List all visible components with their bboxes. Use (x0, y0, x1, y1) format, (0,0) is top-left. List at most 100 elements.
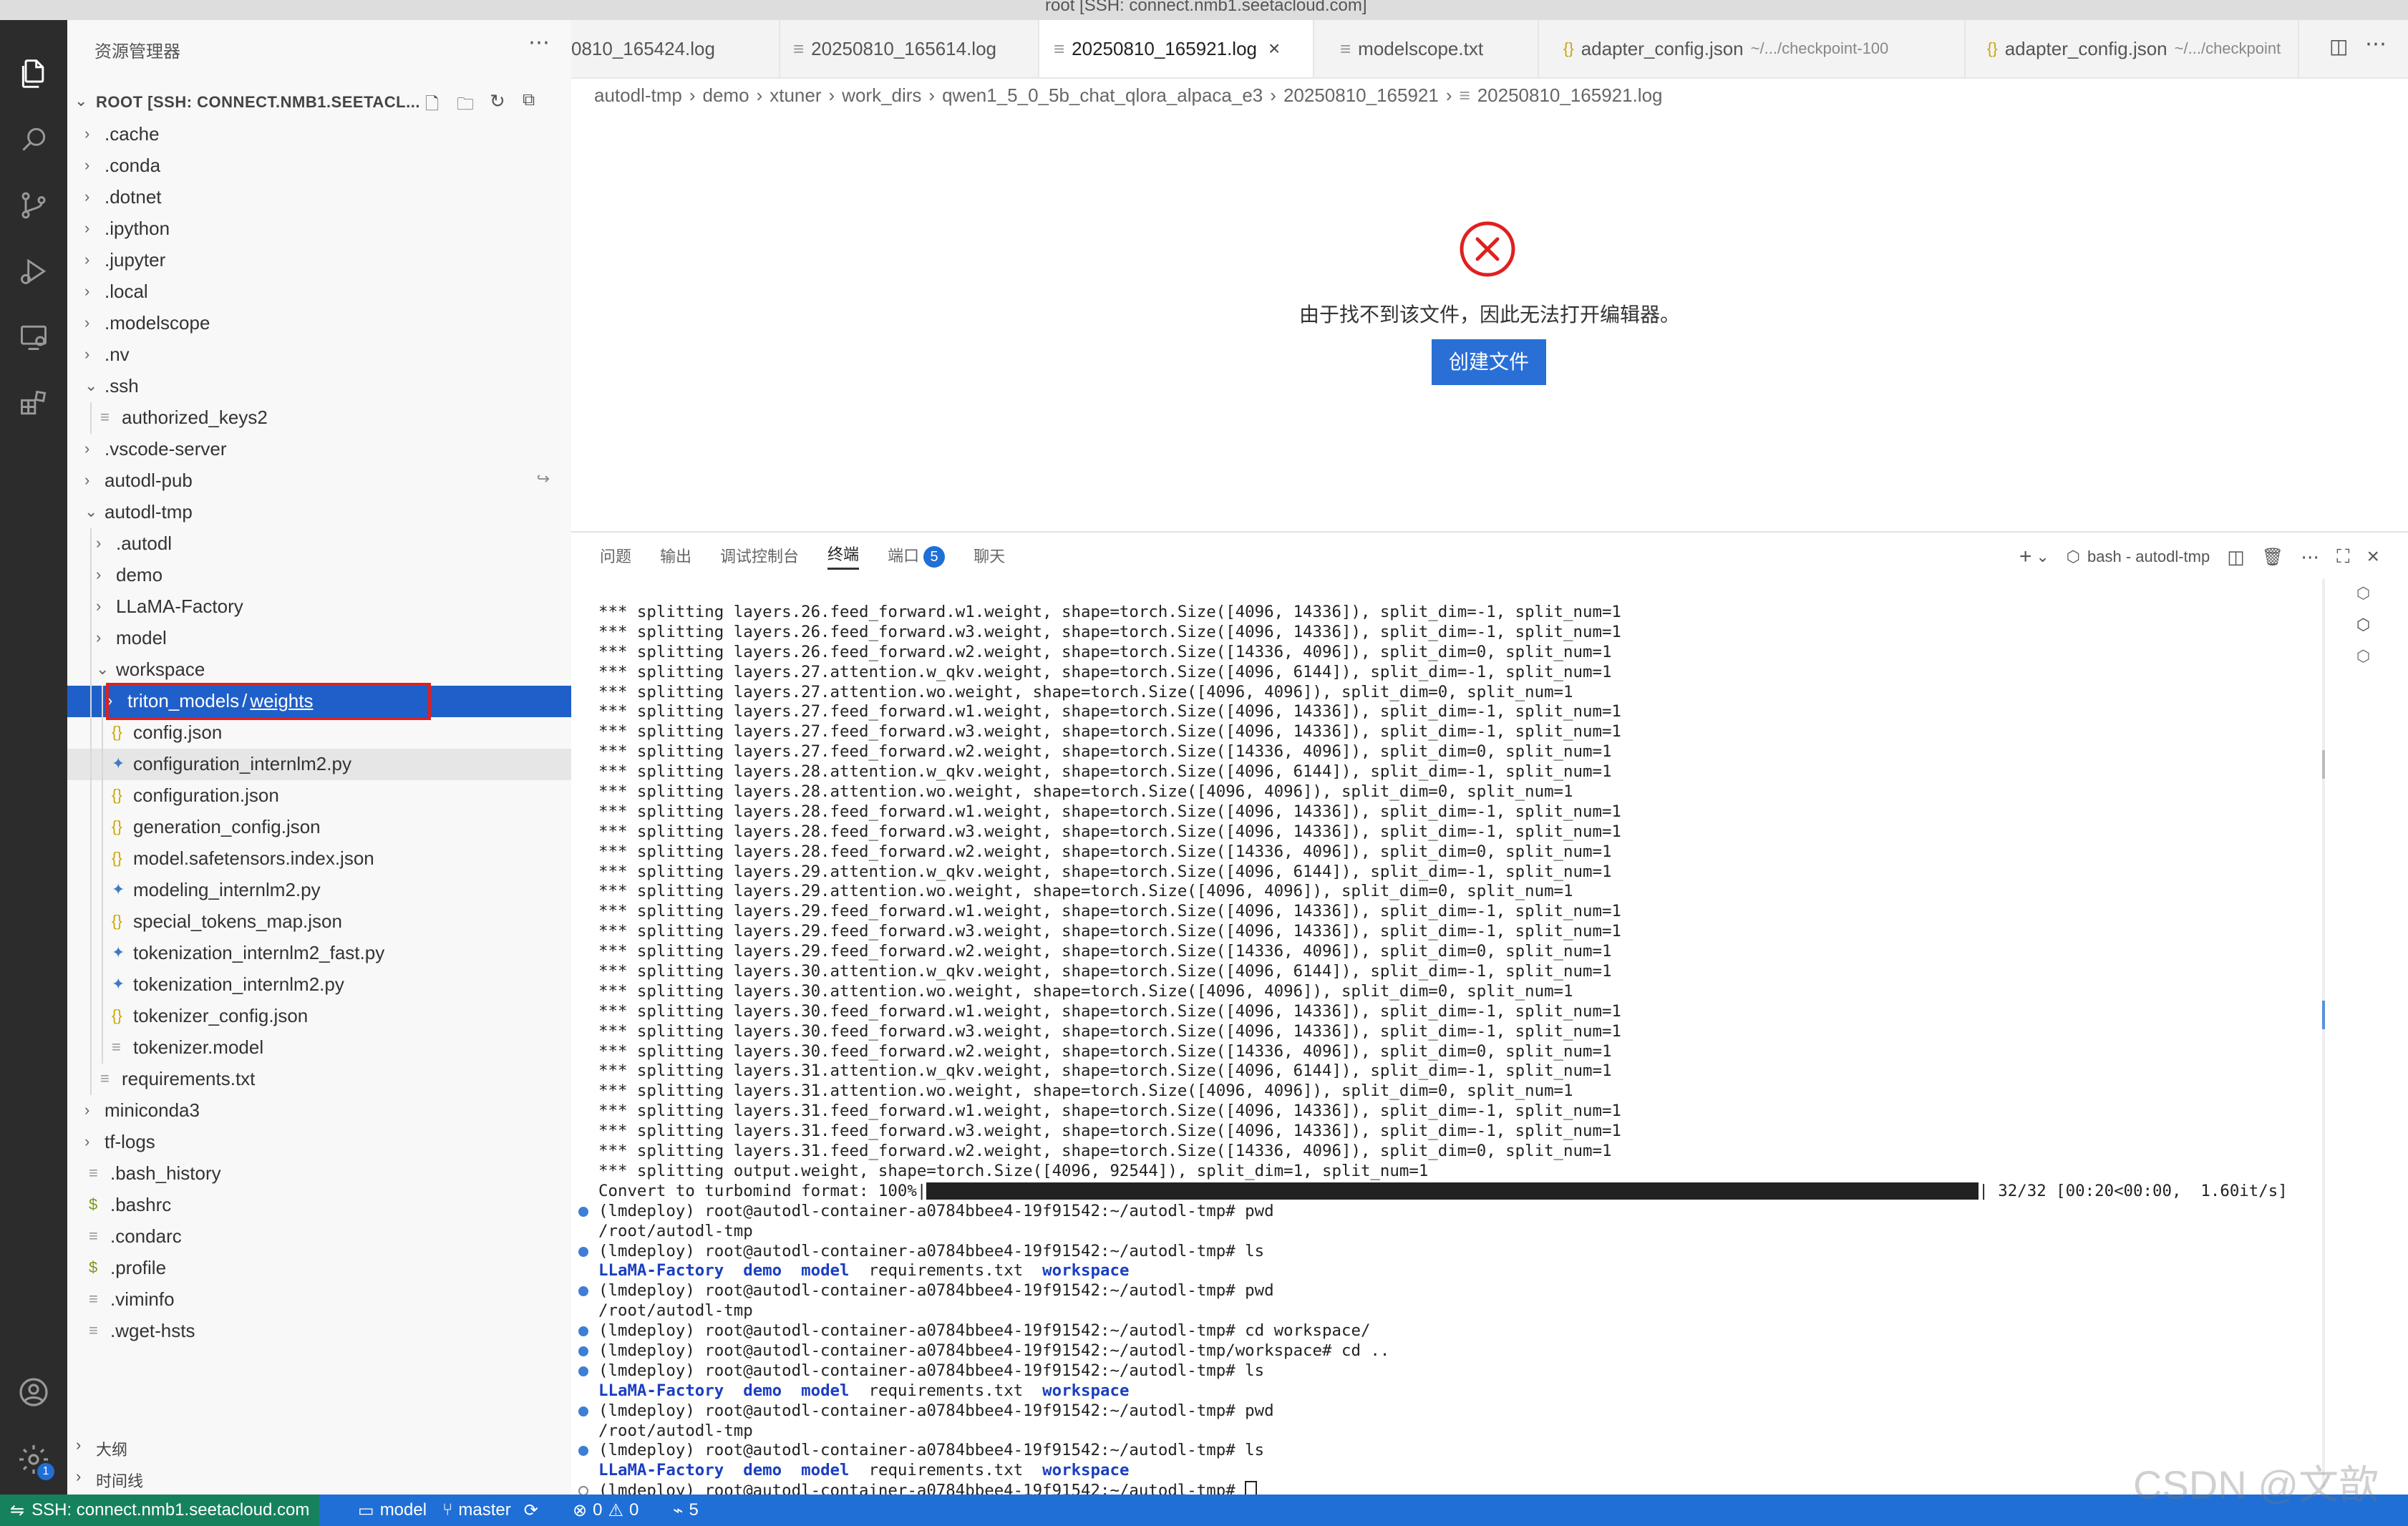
create-file-button[interactable]: 创建文件 (1432, 339, 1546, 385)
tab-ports[interactable]: 端口 5 (888, 543, 946, 568)
more-actions-icon[interactable]: ⋯ (528, 30, 550, 55)
trash-icon[interactable]: 🗑 (2262, 547, 2283, 568)
tree-item[interactable]: ≡ .viminfo (67, 1284, 571, 1316)
tree-item[interactable]: › .dotnet (67, 182, 571, 213)
tree-item[interactable]: › LLaMA-Factory (67, 591, 571, 623)
collapse-all-icon[interactable]: ⧉ (523, 90, 535, 110)
tab-debug-console[interactable]: 调试控制台 (720, 544, 799, 567)
search-icon[interactable] (14, 120, 53, 159)
tab-20250810-165614[interactable]: ≡ 20250810_165614.log (780, 20, 1039, 77)
tree-item[interactable]: ≡ tokenizer.model (67, 1032, 571, 1064)
tree-item[interactable]: ≡ .wget-hsts (67, 1316, 571, 1347)
tree-item[interactable]: › .autodl (67, 528, 571, 560)
command-decoration-icon[interactable] (578, 1406, 588, 1416)
files-icon[interactable] (14, 54, 53, 93)
tree-item[interactable]: ≡ .bash_history (67, 1158, 571, 1190)
problems-indicator[interactable]: ⊗ 0 ⚠ 0 (573, 1495, 639, 1526)
settings-gear-icon[interactable]: 1 (14, 1440, 54, 1480)
extensions-icon[interactable] (14, 384, 53, 422)
tree-item[interactable]: › triton_models / weights (67, 683, 571, 720)
tree-item[interactable]: › .local (67, 276, 571, 308)
tree-item[interactable]: {} special_tokens_map.json (67, 906, 571, 938)
tree-item[interactable]: ≡ authorized_keys2 (67, 402, 571, 434)
close-panel-icon[interactable]: × (2366, 545, 2379, 569)
tab-output[interactable]: 输出 (660, 544, 691, 567)
terminal-list-icon[interactable]: ⬡ (2356, 616, 2370, 634)
chevron-down-icon[interactable]: ⌄ (2036, 548, 2049, 566)
tree-item[interactable]: ⌄ autodl-tmp (67, 497, 571, 528)
workspace-indicator[interactable]: ▭ model (358, 1495, 427, 1526)
breadcrumb-item[interactable]: demo (703, 84, 749, 107)
tree-item[interactable]: › tf-logs (67, 1127, 571, 1158)
terminal-list-icon[interactable]: ⬡ (2356, 647, 2370, 666)
tree-item[interactable]: › autodl-pub ↪ (67, 465, 571, 497)
tree-item[interactable]: ✦ tokenization_internlm2.py (67, 969, 571, 1001)
tree-item[interactable]: ⌄ workspace (67, 654, 571, 686)
tree-item[interactable]: › .cache (67, 119, 571, 150)
remote-explorer-icon[interactable] (14, 318, 53, 356)
run-debug-icon[interactable] (14, 252, 53, 291)
tree-item[interactable]: {} model.safetensors.index.json (67, 843, 571, 875)
tree-item[interactable]: ✦ tokenization_internlm2_fast.py (67, 938, 571, 969)
new-file-icon[interactable]: 🗋 (425, 92, 439, 121)
new-terminal-icon[interactable]: + (2019, 545, 2032, 569)
more-actions-icon[interactable]: ⋯ (2301, 546, 2319, 568)
breadcrumb-item[interactable]: autodl-tmp (594, 84, 682, 107)
outline-section[interactable]: › 大纲 (67, 1430, 571, 1462)
tab-20250810-165921[interactable]: ≡ 20250810_165921.log × (1039, 20, 1314, 77)
command-decoration-icon[interactable] (578, 1346, 588, 1356)
terminal-scrollbar[interactable] (2322, 578, 2325, 1487)
explorer-root[interactable]: ⌄ ROOT [SSH: CONNECT.NMB1.SEETACL... 🗋 🗀… (67, 87, 571, 119)
remote-indicator[interactable]: ⇋ SSH: connect.nmb1.seetacloud.com (0, 1495, 320, 1526)
tab-terminal[interactable]: 终端 (827, 542, 860, 570)
ports-indicator[interactable]: ⌁ 5 (673, 1495, 699, 1526)
account-icon[interactable] (14, 1373, 53, 1411)
branch-indicator[interactable]: ⑂ master ⟳ (442, 1495, 538, 1526)
command-decoration-icon[interactable] (578, 1366, 588, 1376)
tree-item[interactable]: $ .profile (67, 1253, 571, 1284)
tab-problems[interactable]: 问题 (600, 544, 631, 567)
tree-item[interactable]: › .modelscope (67, 308, 571, 339)
tree-item[interactable]: ≡ .condarc (67, 1221, 571, 1253)
breadcrumb-item[interactable]: work_dirs (842, 84, 921, 107)
tab-modelscope[interactable]: ≡ modelscope.txt (1314, 20, 1539, 77)
tree-item[interactable]: $ .bashrc (67, 1190, 571, 1221)
tree-item[interactable]: ≡ requirements.txt (67, 1064, 571, 1095)
command-decoration-icon[interactable] (578, 1206, 588, 1217)
terminal-list-icon[interactable]: ⬡ (2356, 584, 2370, 603)
close-icon[interactable]: × (1268, 37, 1280, 60)
split-terminal-icon[interactable]: ◫ (2227, 546, 2245, 568)
tree-item[interactable]: {} generation_config.json (67, 812, 571, 843)
breadcrumb-item[interactable]: 20250810_165921.log (1477, 84, 1663, 107)
terminal-name[interactable]: bash - autodl-tmp (2087, 548, 2210, 566)
timeline-section[interactable]: › 时间线 (67, 1462, 571, 1493)
sync-icon[interactable]: ⟳ (524, 1500, 538, 1521)
breadcrumb-item[interactable]: xtuner (770, 84, 821, 107)
breadcrumb-item[interactable]: qwen1_5_0_5b_chat_qlora_alpaca_e3 (942, 84, 1263, 107)
tab-adapter-config-1[interactable]: {} adapter_config.json ~/.../checkpoint-… (1539, 20, 1966, 77)
tree-item[interactable]: › miniconda3 (67, 1095, 571, 1127)
terminal-output[interactable]: *** splitting layers.26.feed_forward.w1.… (578, 603, 2331, 1502)
command-decoration-icon[interactable] (578, 1446, 588, 1457)
tree-item[interactable]: › .conda (67, 150, 571, 182)
split-editor-icon[interactable]: ◫ (2329, 34, 2348, 58)
source-control-icon[interactable] (14, 186, 53, 225)
tree-item[interactable]: {} config.json (67, 717, 571, 749)
refresh-icon[interactable]: ↻ (490, 90, 505, 112)
more-actions-icon[interactable]: ⋯ (2365, 31, 2387, 57)
breadcrumb-item[interactable]: 20250810_165921 (1283, 84, 1439, 107)
tab-adapter-config-2[interactable]: {} adapter_config.json ~/.../checkpoint (1966, 20, 2299, 77)
tree-item[interactable]: {} configuration.json (67, 780, 571, 812)
tree-item[interactable]: › .ipython (67, 213, 571, 245)
tree-item[interactable]: ✦ configuration_internlm2.py (67, 749, 571, 780)
tab-0810-165424[interactable]: 0810_165424.log (571, 20, 780, 77)
maximize-panel-icon[interactable]: ⛶ (2336, 545, 2349, 568)
command-decoration-icon[interactable] (578, 1326, 588, 1337)
tree-item[interactable]: ✦ modeling_internlm2.py (67, 875, 571, 906)
tab-chat[interactable]: 聊天 (974, 544, 1005, 567)
tree-item[interactable]: › demo (67, 560, 571, 591)
command-decoration-icon[interactable] (578, 1246, 588, 1257)
new-folder-icon[interactable]: 🗀 (457, 92, 474, 121)
command-decoration-icon[interactable] (578, 1286, 588, 1297)
tree-item[interactable]: › .vscode-server (67, 434, 571, 465)
